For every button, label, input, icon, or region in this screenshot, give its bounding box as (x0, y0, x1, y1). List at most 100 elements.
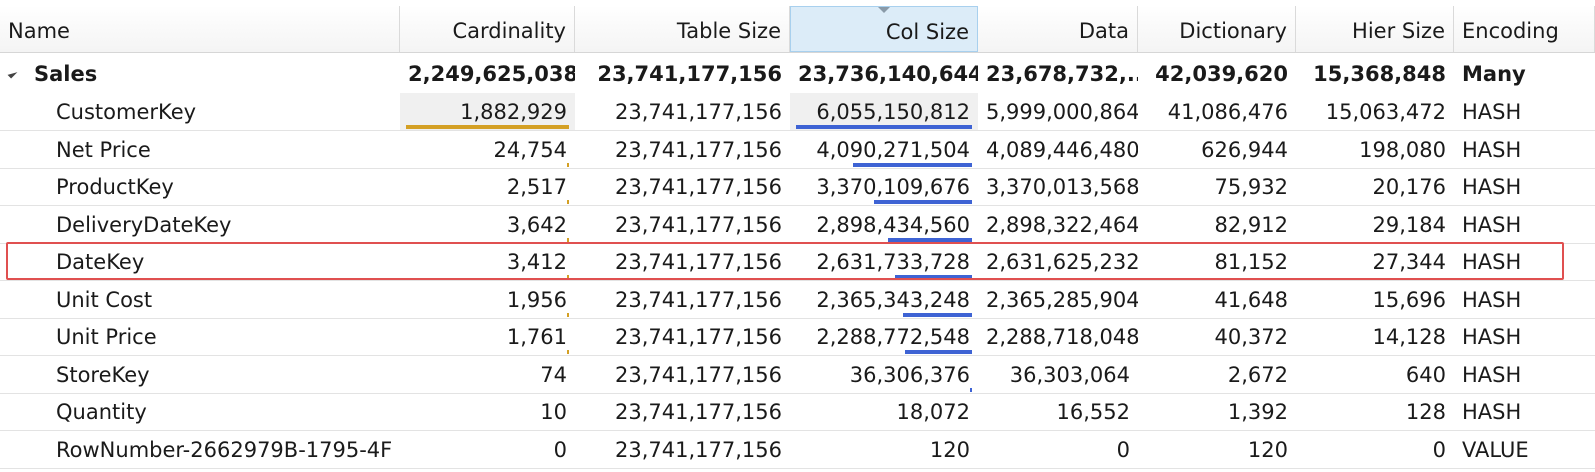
cardinality-bar (406, 125, 569, 129)
cell-table-size: 23,741,177,156 (615, 137, 782, 162)
cell-dictionary: 626,944 (1201, 137, 1288, 162)
cell-encoding: HASH (1462, 400, 1522, 424)
cell-data: 0 (1116, 437, 1130, 462)
collapse-triangle-icon[interactable] (7, 68, 18, 79)
table-row[interactable]: StoreKey 74 23,741,177,156 36,306,376 36,303… (0, 356, 1595, 394)
cell-table-size: 23,741,177,156 (615, 325, 782, 349)
table-row[interactable]: CustomerKey 1,882,929 23,741,177,156 6,055,… (0, 93, 1595, 131)
column-header-dictionary[interactable]: Dictionary (1138, 6, 1296, 52)
cell-encoding: HASH (1462, 325, 1522, 349)
cardinality-bar (567, 275, 569, 279)
cell-data: 36,303,064 (1009, 362, 1130, 387)
cardinality-bar (567, 200, 569, 204)
cell-dictionary: 2,672 (1227, 362, 1288, 387)
table-name: Sales (34, 62, 98, 86)
column-header-name[interactable]: Name (0, 6, 400, 52)
cell-cardinality: 3,642 (506, 212, 567, 237)
cell-encoding: HASH (1462, 137, 1522, 162)
table-dictionary: 42,039,620 (1155, 62, 1288, 86)
column-header-table-size[interactable]: Table Size (575, 6, 790, 52)
cell-dictionary: 41,648 (1214, 287, 1288, 312)
cell-hier-size: 128 (1405, 400, 1446, 424)
cell-encoding: HASH (1462, 212, 1522, 237)
column-header-col-size-label: Col Size (885, 20, 969, 44)
cell-name: DeliveryDateKey (56, 212, 232, 237)
cell-table-size: 23,741,177,156 (615, 100, 782, 124)
cell-data: 2,288,718,048 (986, 325, 1138, 349)
column-header-col-size[interactable]: Col Size (790, 6, 978, 52)
table-encoding: Many (1462, 62, 1526, 86)
table-table-size: 23,741,177,156 (597, 62, 782, 86)
cell-name: RowNumber-2662979B-1795-4F (56, 437, 393, 462)
cell-hier-size: 20,176 (1372, 175, 1446, 199)
table-row[interactable]: RowNumber-2662979B-1795-4F 0 23,741,177,15… (0, 431, 1595, 469)
col-size-bar (796, 125, 972, 129)
cell-cardinality: 1,761 (506, 325, 567, 349)
col-size-bar (874, 200, 972, 204)
table-row[interactable]: ProductKey 2,517 23,741,177,156 3,370,109,6… (0, 168, 1595, 206)
col-size-bar (895, 275, 972, 279)
col-size-bar (903, 312, 972, 317)
table-row[interactable]: Unit Price 1,761 23,741,177,156 2,288,772,5… (0, 318, 1595, 356)
sort-descending-icon (876, 7, 892, 13)
cell-hier-size: 198,080 (1359, 137, 1446, 162)
cell-cardinality: 24,754 (493, 137, 567, 162)
col-size-bar (970, 387, 972, 392)
cardinality-bar (567, 162, 569, 167)
cell-name: Unit Cost (56, 287, 153, 312)
table-cardinality: 2,249,625,038 (408, 62, 575, 86)
cell-data: 2,365,285,904 (986, 287, 1138, 312)
cell-name: Unit Price (56, 325, 157, 349)
column-header-data[interactable]: Data (978, 6, 1138, 52)
table-row[interactable]: DateKey 3,412 23,741,177,156 2,631,733,728 2… (0, 243, 1595, 281)
cell-encoding: HASH (1462, 175, 1522, 199)
table-row[interactable]: Unit Cost 1,956 23,741,177,156 2,365,343,24… (0, 281, 1595, 319)
col-size-bar (888, 237, 972, 242)
cell-data: 16,552 (1056, 400, 1130, 424)
table-row[interactable]: Quantity 10 23,741,177,156 18,072 16,552 1,39… (0, 393, 1595, 431)
table-data: 23,678,732,... (986, 62, 1138, 86)
cell-cardinality: 3,412 (506, 250, 567, 274)
cell-hier-size: 27,344 (1372, 250, 1446, 274)
column-header-encoding[interactable]: Encoding (1454, 6, 1595, 52)
cell-table-size: 23,741,177,156 (615, 362, 782, 387)
cell-table-size: 23,741,177,156 (615, 287, 782, 312)
cell-cardinality: 0 (553, 437, 567, 462)
cell-dictionary: 81,152 (1214, 250, 1288, 274)
cell-data: 2,631,625,232 (986, 250, 1138, 274)
col-size-bar (853, 162, 972, 167)
cell-name: CustomerKey (56, 100, 197, 124)
cell-encoding: VALUE (1462, 437, 1529, 462)
cell-hier-size: 14,128 (1372, 325, 1446, 349)
column-header-cardinality[interactable]: Cardinality (400, 6, 575, 52)
cell-hier-size: 15,696 (1372, 287, 1446, 312)
cardinality-bar (567, 312, 569, 317)
cell-col-size: 18,072 (896, 400, 970, 424)
cell-data: 2,898,322,464 (986, 212, 1138, 237)
table-col-size: 23,736,140,644 (798, 62, 978, 86)
col-size-bar (905, 350, 972, 354)
table-row[interactable]: DeliveryDateKey 3,642 23,741,177,156 2,898,… (0, 206, 1595, 244)
cell-name: StoreKey (56, 362, 150, 387)
cell-table-size: 23,741,177,156 (615, 400, 782, 424)
table-row[interactable]: Net Price 24,754 23,741,177,156 4,090,271,5… (0, 131, 1595, 169)
cell-col-size: 120 (929, 437, 970, 462)
grid-header: Name Cardinality Table Size Col Size Dat… (0, 6, 1595, 53)
cell-dictionary: 1,392 (1227, 400, 1288, 424)
cell-encoding: HASH (1462, 362, 1522, 387)
cell-cardinality: 74 (540, 362, 567, 387)
cell-hier-size: 29,184 (1372, 212, 1446, 237)
cell-name: ProductKey (56, 175, 174, 199)
column-header-hier-size[interactable]: Hier Size (1296, 6, 1454, 52)
cell-table-size: 23,741,177,156 (615, 212, 782, 237)
table-row-sales[interactable]: Sales 2,249,625,038 23,741,177,156 23,73… (0, 55, 1595, 93)
cell-dictionary: 82,912 (1214, 212, 1288, 237)
cell-hier-size: 640 (1405, 362, 1446, 387)
cell-encoding: HASH (1462, 287, 1522, 312)
cell-dictionary: 41,086,476 (1167, 100, 1288, 124)
cell-table-size: 23,741,177,156 (615, 175, 782, 199)
cell-table-size: 23,741,177,156 (615, 250, 782, 274)
cell-cardinality: 10 (540, 400, 567, 424)
cell-hier-size: 0 (1432, 437, 1446, 462)
table-hier-size: 15,368,848 (1313, 62, 1446, 86)
